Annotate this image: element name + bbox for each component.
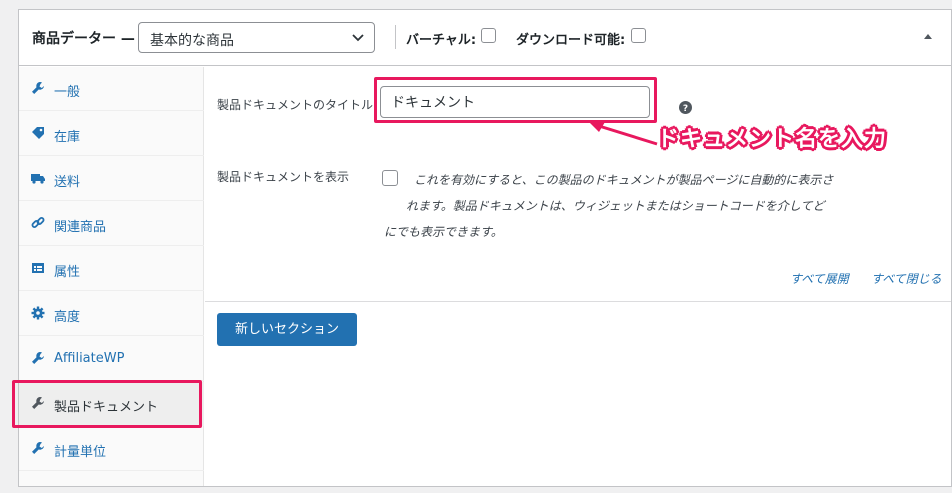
tab-measurement-units[interactable]: 計量単位 — [19, 427, 204, 471]
section-divider — [205, 301, 951, 302]
tab-attributes[interactable]: 属性 — [19, 247, 204, 291]
chevron-down-icon — [352, 34, 364, 42]
tab-label: 属性 — [54, 265, 81, 280]
tab-label: AffiliateWP — [54, 351, 125, 366]
description-line: れます。製品ドキュメントは、ウィジェットまたはショートコードを介してど — [406, 199, 825, 213]
tab-shipping[interactable]: 送料 — [19, 157, 204, 201]
table-icon — [32, 263, 44, 273]
collapse-all-link[interactable]: すべて閉じる — [871, 270, 942, 287]
virtual-checkbox[interactable] — [481, 28, 496, 43]
new-section-button[interactable]: 新しいセクション — [217, 313, 357, 346]
input-highlight-box — [374, 77, 657, 123]
wrench-icon — [32, 442, 44, 454]
product-type-value: 基本的な商品 — [150, 33, 234, 49]
collapse-arrow-icon[interactable] — [923, 32, 933, 40]
annotation-label: ドキュメント名を入力 — [657, 127, 888, 152]
product-type-select[interactable]: 基本的な商品 — [138, 22, 375, 53]
tab-general[interactable]: 一般 — [19, 67, 204, 111]
downloadable-label: ダウンロード可能: — [516, 33, 626, 48]
tab-affiliatewp[interactable]: AffiliateWP — [19, 337, 204, 381]
tab-label: 在庫 — [54, 130, 81, 145]
description-line: にでも表示できます。 — [384, 225, 503, 239]
gear-icon — [31, 306, 45, 320]
wrench-icon — [32, 82, 44, 94]
link-icon — [31, 217, 45, 228]
expand-all-link[interactable]: すべて展開 — [790, 270, 849, 287]
doc-title-label: 製品ドキュメントのタイトル — [217, 98, 374, 112]
tab-label: 高度 — [54, 310, 81, 325]
tab-label: 計量単位 — [54, 445, 107, 460]
tab-inventory[interactable]: 在庫 — [19, 112, 204, 156]
tab-label: 送料 — [54, 175, 81, 190]
tab-linked-products[interactable]: 関連商品 — [19, 202, 204, 246]
downloadable-checkbox[interactable] — [631, 28, 646, 43]
tag-icon — [32, 127, 44, 139]
panel-title: 商品データー — — [32, 31, 135, 47]
header-divider — [395, 25, 396, 49]
panel-header: 商品データー — 基本的な商品 バーチャル: ダウンロード可能: — [19, 10, 951, 66]
show-docs-label: 製品ドキュメントを表示 — [217, 170, 350, 184]
wrench-icon — [32, 352, 44, 364]
show-docs-description: これを有効にすると、この製品のドキュメントが製品ページに自動的に表示さ れます。… — [384, 167, 929, 245]
tab-highlight-box — [12, 380, 202, 428]
annotation-arrow-icon — [589, 122, 658, 146]
tab-advanced[interactable]: 高度 — [19, 292, 204, 336]
help-icon[interactable]: ? — [679, 101, 692, 114]
tab-label: 関連商品 — [54, 220, 107, 235]
virtual-label: バーチャル: — [406, 33, 477, 48]
description-line: これを有効にすると、この製品のドキュメントが製品ページに自動的に表示さ — [414, 173, 834, 187]
tab-label: 一般 — [54, 85, 81, 100]
svg-text:?: ? — [683, 104, 688, 114]
truck-icon — [31, 174, 45, 184]
